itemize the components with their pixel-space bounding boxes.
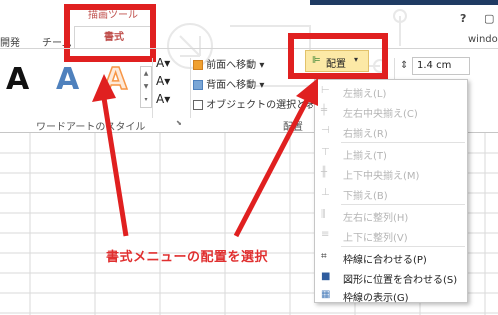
annotation-text: 書式メニューの配置を選択 [106,250,269,265]
annotation-arrows [92,74,318,238]
